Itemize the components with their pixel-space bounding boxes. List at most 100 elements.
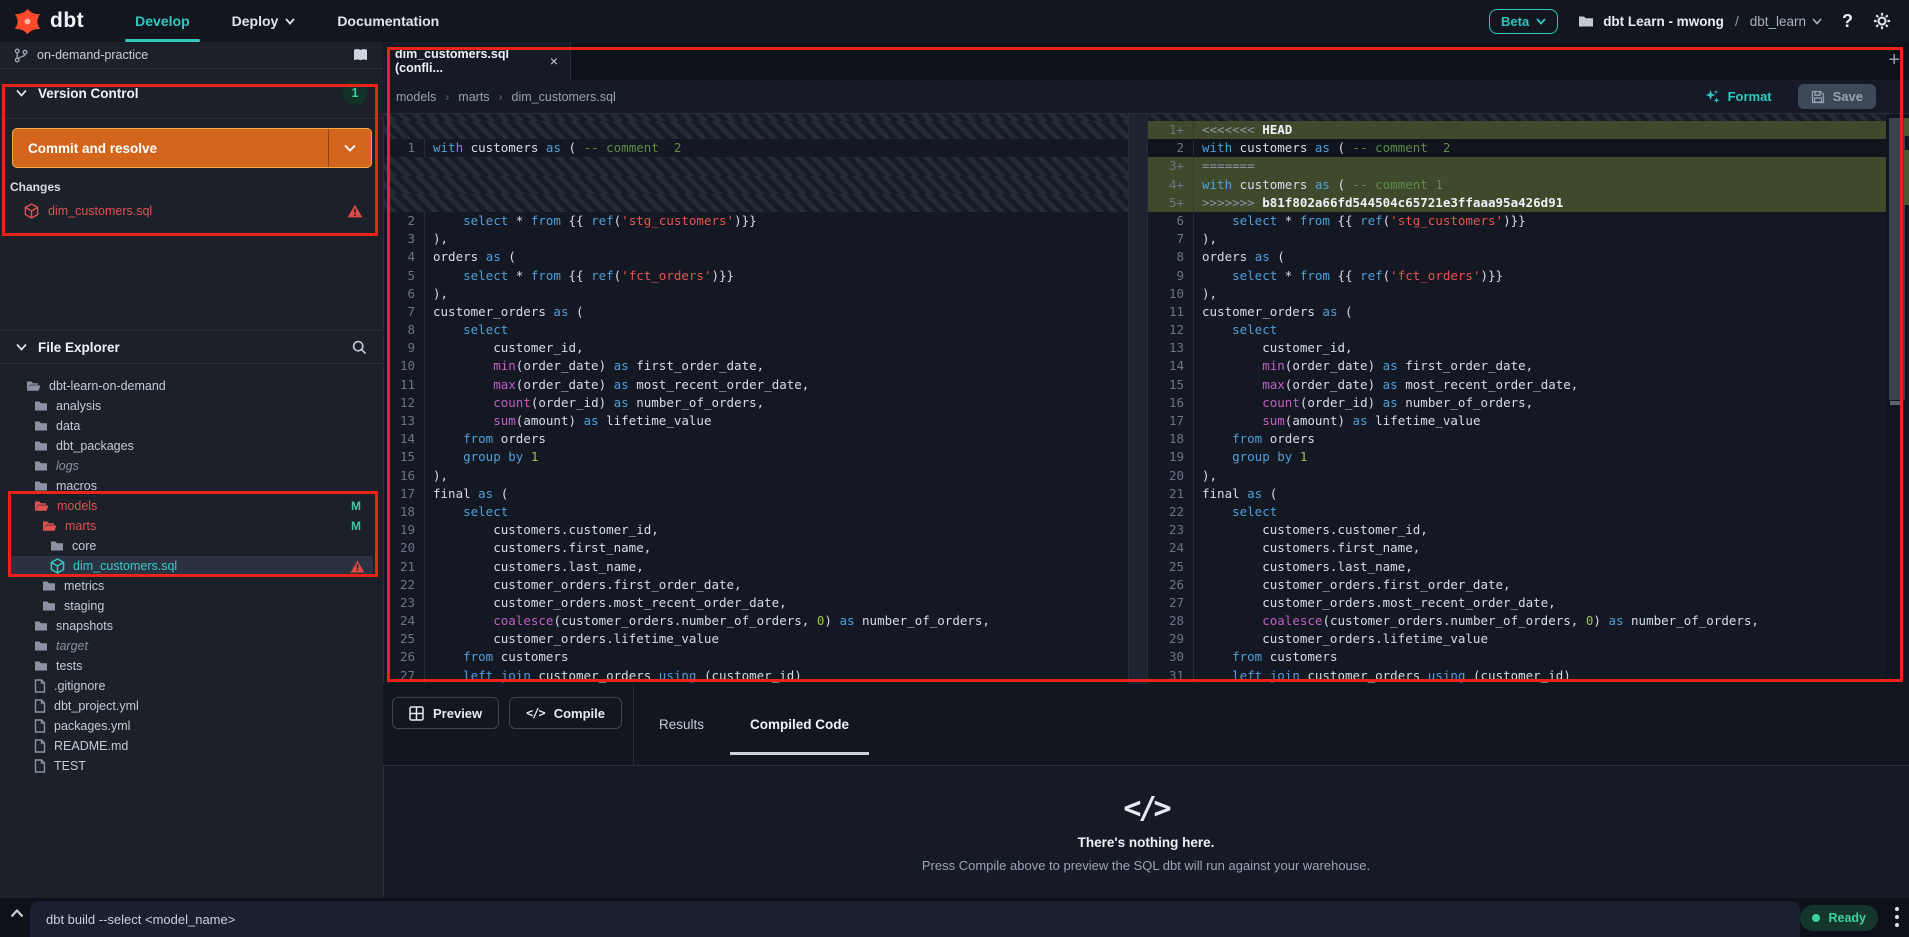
- right-code-line-24[interactable]: 24 customers.first_name,: [1148, 539, 1886, 558]
- left-code-line-16[interactable]: 16),: [383, 466, 1128, 485]
- tab-dim-customers[interactable]: dim_customers.sql (confli... ×: [383, 42, 571, 80]
- nav-item-deploy[interactable]: Deploy: [232, 0, 296, 42]
- left-code-line-14[interactable]: 14 from orders: [383, 430, 1128, 449]
- format-button[interactable]: Format: [1705, 89, 1772, 104]
- gear-icon[interactable]: [1873, 12, 1891, 30]
- left-code-line-25[interactable]: 25 customer_orders.lifetime_value: [383, 630, 1128, 649]
- left-code-line-24[interactable]: 24 coalesce(customer_orders.number_of_or…: [383, 612, 1128, 631]
- diff-editor[interactable]: 1 with customers as ( -- comment 2 2 selec…: [383, 113, 1909, 684]
- left-code-line-11[interactable]: 11 max(order_date) as most_recent_order_…: [383, 375, 1128, 394]
- tree-item-dbt-packages[interactable]: dbt_packages: [0, 436, 383, 456]
- chevron-up-icon[interactable]: [10, 909, 24, 918]
- tree-item-packages-yml[interactable]: packages.yml: [0, 716, 383, 736]
- right-code-line-18[interactable]: 18 from orders: [1148, 430, 1886, 449]
- right-code-line-11[interactable]: 11 customer_orders as (: [1148, 302, 1886, 322]
- commit-button-dropdown[interactable]: [328, 129, 371, 167]
- left-code-line-15[interactable]: 15 group by 1: [383, 448, 1128, 467]
- right-code-line-21[interactable]: 21 final as (: [1148, 484, 1886, 503]
- left-code-line-21[interactable]: 21 customers.last_name,: [383, 557, 1128, 576]
- right-code-line-3[interactable]: 3+ =======: [1148, 157, 1886, 176]
- account-project-switcher[interactable]: dbt Learn - mwong / dbt_learn: [1578, 14, 1822, 29]
- right-code-line-2[interactable]: 2 with customers as ( -- comment 2: [1148, 139, 1886, 158]
- close-icon[interactable]: ×: [550, 53, 558, 69]
- right-code-line-27[interactable]: 27 customer_orders.most_recent_order_dat…: [1148, 593, 1886, 613]
- right-code-line-6[interactable]: 6 select * from {{ ref('stg_customers')}…: [1148, 211, 1886, 231]
- right-code-line-29[interactable]: 29 customer_orders.lifetime_value: [1148, 630, 1886, 649]
- tree-item--gitignore[interactable]: .gitignore: [0, 676, 383, 696]
- editor-scrollbar[interactable]: [1886, 113, 1909, 684]
- left-code-line-3[interactable]: 3),: [383, 230, 1128, 249]
- save-button[interactable]: Save: [1797, 84, 1876, 109]
- left-code-line-20[interactable]: 20 customers.first_name,: [383, 539, 1128, 558]
- left-code-line-1[interactable]: 1 with customers as ( -- comment 2: [383, 139, 1128, 158]
- right-code-line-22[interactable]: 22 select: [1148, 502, 1886, 522]
- right-code-line-25[interactable]: 25 customers.last_name,: [1148, 557, 1886, 576]
- command-input[interactable]: dbt build --select <model_name>: [30, 901, 1800, 937]
- git-branch-selector[interactable]: on-demand-practice: [0, 42, 383, 69]
- tree-item-staging[interactable]: staging: [0, 596, 383, 616]
- left-code-line-18[interactable]: 18 select: [383, 502, 1128, 522]
- tree-item-metrics[interactable]: metrics: [0, 576, 383, 596]
- breadcrumb-item[interactable]: dim_customers.sql: [512, 90, 616, 104]
- right-code-line-16[interactable]: 16 count(order_id) as number_of_orders,: [1148, 393, 1886, 412]
- right-code-line-26[interactable]: 26 customer_orders.first_order_date,: [1148, 575, 1886, 594]
- kebab-menu-icon[interactable]: [1894, 906, 1900, 928]
- new-tab-button[interactable]: +: [1888, 49, 1900, 72]
- tree-item-dbt-learn-on-demand[interactable]: dbt-learn-on-demand: [0, 376, 383, 396]
- scrollbar-thumb[interactable]: [1889, 118, 1905, 400]
- right-code-line-19[interactable]: 19 group by 1: [1148, 448, 1886, 467]
- diff-left-pane[interactable]: 1 with customers as ( -- comment 2 2 selec…: [383, 113, 1128, 684]
- tree-item-dim-customers-sql[interactable]: dim_customers.sql: [0, 556, 383, 576]
- preview-button[interactable]: Preview: [392, 697, 500, 729]
- right-code-line-23[interactable]: 23 customers.customer_id,: [1148, 521, 1886, 540]
- right-code-line-17[interactable]: 17 sum(amount) as lifetime_value: [1148, 412, 1886, 431]
- left-code-line-13[interactable]: 13 sum(amount) as lifetime_value: [383, 412, 1128, 431]
- right-code-line-12[interactable]: 12 select: [1148, 321, 1886, 340]
- right-code-line-4[interactable]: 4+ with customers as ( -- comment 1: [1148, 175, 1886, 194]
- right-code-line-7[interactable]: 7),: [1148, 230, 1886, 249]
- right-code-line-8[interactable]: 8 orders as (: [1148, 248, 1886, 267]
- nav-item-develop[interactable]: Develop: [125, 0, 201, 42]
- tree-item-core[interactable]: core: [0, 536, 383, 556]
- diff-right-pane[interactable]: 1+ <<<<<<< HEAD 2 with customers as ( -- co…: [1148, 113, 1886, 684]
- right-code-line-10[interactable]: 10),: [1148, 284, 1886, 303]
- tree-item-tests[interactable]: tests: [0, 656, 383, 676]
- commit-and-resolve-button[interactable]: Commit and resolve: [12, 128, 372, 168]
- right-code-line-5[interactable]: 5+ >>>>>>> b81f802a66fd544504c65721e3ffaa…: [1148, 193, 1886, 212]
- docs-book-icon[interactable]: [352, 48, 369, 62]
- help-icon[interactable]: ?: [1842, 11, 1853, 32]
- right-code-line-15[interactable]: 15 max(order_date) as most_recent_order_…: [1148, 375, 1886, 394]
- right-code-line-31[interactable]: 31 left join customer_orders using (cust…: [1148, 666, 1886, 684]
- compile-button[interactable]: </> Compile: [509, 697, 622, 729]
- nav-item-documentation[interactable]: Documentation: [337, 0, 439, 42]
- right-code-line-1[interactable]: 1+ <<<<<<< HEAD: [1148, 121, 1886, 140]
- changed-file-row[interactable]: dim_customers.sql: [0, 198, 383, 224]
- tree-item-test[interactable]: TEST: [0, 756, 383, 776]
- dbt-logo[interactable]: dbt: [0, 8, 114, 35]
- left-code-line-9[interactable]: 9 customer_id,: [383, 339, 1128, 358]
- file-explorer-header[interactable]: File Explorer: [0, 330, 383, 364]
- tree-item-snapshots[interactable]: snapshots: [0, 616, 383, 636]
- right-code-line-14[interactable]: 14 min(order_date) as first_order_date,: [1148, 357, 1886, 376]
- left-code-line-27[interactable]: 27 left join customer_orders using (cust…: [383, 666, 1128, 684]
- tree-item-dbt-project-yml[interactable]: dbt_project.yml: [0, 696, 383, 716]
- right-code-line-28[interactable]: 28 coalesce(customer_orders.number_of_or…: [1148, 612, 1886, 631]
- tree-item-models[interactable]: models M: [0, 496, 383, 516]
- version-control-header[interactable]: Version Control 1: [0, 68, 383, 119]
- tree-item-data[interactable]: data: [0, 416, 383, 436]
- tree-item-readme-md[interactable]: README.md: [0, 736, 383, 756]
- breadcrumb-item[interactable]: models: [396, 90, 436, 104]
- right-code-line-20[interactable]: 20),: [1148, 466, 1886, 485]
- tree-item-marts[interactable]: marts M: [0, 516, 383, 536]
- left-code-line-12[interactable]: 12 count(order_id) as number_of_orders,: [383, 393, 1128, 412]
- tree-item-target[interactable]: target: [0, 636, 383, 656]
- beta-toggle[interactable]: Beta: [1489, 8, 1559, 34]
- left-code-line-17[interactable]: 17 final as (: [383, 484, 1128, 503]
- left-code-line-7[interactable]: 7 customer_orders as (: [383, 302, 1128, 322]
- left-code-line-6[interactable]: 6),: [383, 284, 1128, 303]
- breadcrumb-item[interactable]: marts: [458, 90, 489, 104]
- right-code-line-13[interactable]: 13 customer_id,: [1148, 339, 1886, 358]
- left-code-line-23[interactable]: 23 customer_orders.most_recent_order_dat…: [383, 593, 1128, 613]
- left-code-line-2[interactable]: 2 select * from {{ ref('stg_customers')}…: [383, 211, 1128, 231]
- left-code-line-8[interactable]: 8 select: [383, 321, 1128, 340]
